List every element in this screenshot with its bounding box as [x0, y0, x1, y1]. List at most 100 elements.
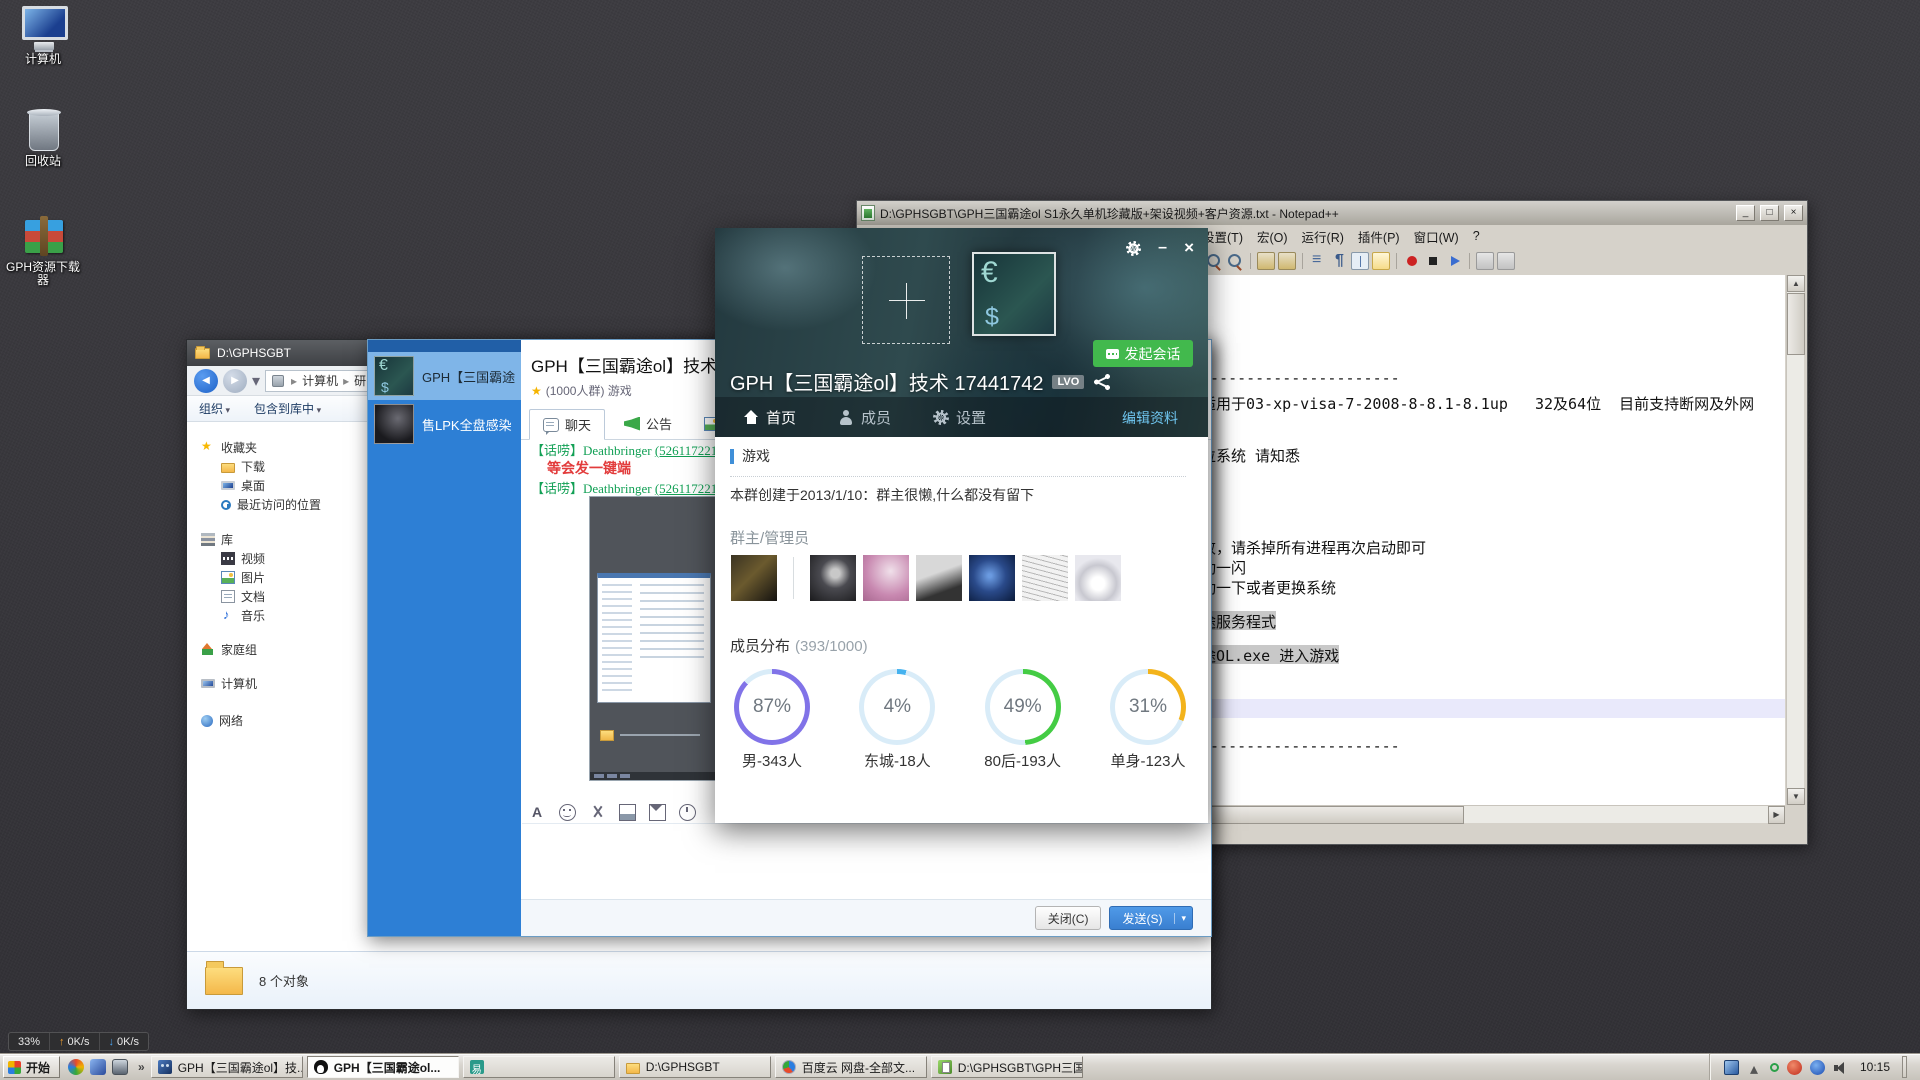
toolbar-icon[interactable]: [1330, 252, 1348, 270]
panel-nav-item[interactable]: 首页: [743, 407, 796, 428]
taskbar-button[interactable]: D:\GPHSGBT\GPH三国...: [931, 1056, 1083, 1078]
scroll-right-arrow[interactable]: ▶: [1768, 806, 1785, 824]
group-list-item[interactable]: GPH【三国霸途ol: [368, 352, 521, 400]
toolbar-icon[interactable]: [1302, 253, 1303, 269]
desktop-icon[interactable]: GPH资源下载器: [4, 214, 82, 287]
start-button[interactable]: 开始: [3, 1056, 60, 1078]
sender-id-link[interactable]: (526117221): [655, 443, 722, 458]
toolbar-icon[interactable]: [1250, 253, 1251, 269]
desktop-icon[interactable]: 计算机: [4, 6, 82, 66]
close-button[interactable]: [1184, 238, 1194, 258]
admin-avatar[interactable]: [969, 555, 1015, 601]
menu-item[interactable]: 插件(P): [1351, 225, 1407, 248]
tray-icon[interactable]: [1724, 1060, 1739, 1075]
admin-avatar[interactable]: [1022, 555, 1068, 601]
tray-icon[interactable]: [1770, 1063, 1779, 1072]
message-input[interactable]: [522, 823, 1210, 901]
quick-launch-icon[interactable]: [112, 1059, 128, 1075]
share-icon[interactable]: [1093, 373, 1111, 391]
group-avatar-large[interactable]: [972, 252, 1056, 336]
toolbar-icon[interactable]: [1403, 252, 1421, 270]
admin-avatar[interactable]: [916, 555, 962, 601]
owner-avatar[interactable]: [731, 555, 777, 601]
notepadpp-titlebar[interactable]: D:\GPHSGBT\GPH三国霸途ol S1永久单机珍藏版+架设视频+客户资源…: [857, 201, 1807, 225]
minimize-button[interactable]: [1158, 239, 1167, 257]
quick-launch-icon[interactable]: [68, 1059, 84, 1075]
admin-avatar[interactable]: [810, 555, 856, 601]
admin-avatar[interactable]: [863, 555, 909, 601]
scroll-up-arrow[interactable]: ▲: [1787, 275, 1805, 292]
tray-icon[interactable]: [1833, 1060, 1848, 1075]
toolbar-icon[interactable]: [1309, 252, 1327, 270]
panel-nav-item[interactable]: 成员: [838, 407, 891, 428]
chat-tab[interactable]: 公告: [611, 408, 685, 439]
settings-gear-icon[interactable]: [1126, 241, 1141, 256]
panel-nav-item[interactable]: 设置: [933, 407, 986, 428]
sender-name[interactable]: 【话唠】Deathbringer: [531, 443, 655, 458]
chat-tool-icon[interactable]: [619, 804, 636, 821]
desktop-icon-image[interactable]: [20, 214, 66, 258]
toolbar-icon[interactable]: [1351, 252, 1369, 270]
minimize-button[interactable]: _: [1736, 205, 1755, 221]
taskbar-button[interactable]: 百度云 网盘-全部文...: [775, 1056, 927, 1078]
toolbar-icon[interactable]: [1476, 252, 1494, 270]
cover-upload-placeholder[interactable]: [862, 256, 950, 344]
tray-icon[interactable]: [1747, 1060, 1762, 1075]
restore-button[interactable]: □: [1760, 205, 1779, 221]
toolbar-icon[interactable]: [1445, 252, 1463, 270]
vertical-scrollbar[interactable]: ▲ ▼: [1786, 275, 1804, 805]
menu-item[interactable]: 运行(R): [1295, 225, 1351, 248]
send-button-label[interactable]: 发送(S): [1110, 910, 1174, 927]
clock[interactable]: 10:15: [1856, 1060, 1894, 1074]
close-chat-button[interactable]: 关闭(C): [1035, 906, 1102, 930]
show-desktop-button[interactable]: [1902, 1056, 1907, 1078]
breadcrumb-segment[interactable]: 研: [338, 372, 366, 389]
desktop-icon-image[interactable]: [20, 6, 66, 50]
chat-tool-icon[interactable]: [679, 804, 696, 821]
vertical-scroll-thumb[interactable]: [1787, 293, 1805, 355]
taskbar-button[interactable]: GPH【三国霸途ol...: [307, 1056, 459, 1078]
back-button[interactable]: [194, 369, 218, 393]
net-speed-widget[interactable]: 33% 0K/s 0K/s: [8, 1032, 149, 1051]
menu-item[interactable]: ?: [1466, 227, 1487, 245]
toolbar-icon[interactable]: [1396, 253, 1397, 269]
sender-id-link[interactable]: (526117221): [655, 481, 722, 496]
admin-avatar[interactable]: [1128, 555, 1174, 601]
sender-name[interactable]: 【话唠】Deathbringer: [531, 481, 655, 496]
toolbar-icon[interactable]: [1226, 252, 1244, 270]
desktop-icon[interactable]: 回收站: [4, 108, 82, 168]
tray-icon[interactable]: [1810, 1060, 1825, 1075]
toolbar-icon[interactable]: [1469, 253, 1470, 269]
group-list-item[interactable]: 售LPK全盘感染: [368, 400, 521, 448]
breadcrumb-segment[interactable]: 计算机: [286, 372, 338, 389]
star-icon[interactable]: [531, 384, 542, 398]
chat-tool-icon[interactable]: [529, 804, 546, 821]
admin-avatar[interactable]: [1075, 555, 1121, 601]
menu-item[interactable]: 宏(O): [1250, 225, 1295, 248]
toolbar-icon[interactable]: [1257, 252, 1275, 270]
menu-item[interactable]: 窗口(W): [1407, 225, 1466, 248]
chat-tool-icon[interactable]: [649, 804, 666, 821]
chat-tab[interactable]: 聊天: [529, 409, 605, 440]
tray-icon[interactable]: [1787, 1060, 1802, 1075]
horizontal-scroll-thumb[interactable]: [1209, 806, 1464, 824]
history-dropdown-icon[interactable]: [252, 371, 260, 391]
quick-launch-icon[interactable]: [90, 1059, 106, 1075]
taskbar-button[interactable]: [463, 1056, 615, 1078]
toolbar-icon[interactable]: [1372, 252, 1390, 270]
toolbar-icon[interactable]: [1497, 252, 1515, 270]
forward-button[interactable]: [223, 369, 247, 393]
toolbar-icon[interactable]: [1278, 252, 1296, 270]
taskbar-button[interactable]: GPH【三国霸途ol】技...: [151, 1056, 303, 1078]
close-button[interactable]: ×: [1784, 205, 1803, 221]
toolbar-icon[interactable]: [1424, 252, 1442, 270]
edit-profile-link[interactable]: 编辑资料: [1122, 408, 1178, 428]
send-button[interactable]: 发送(S) ▾: [1109, 906, 1193, 930]
start-session-button[interactable]: 发起会话: [1093, 340, 1193, 367]
send-dropdown-icon[interactable]: ▾: [1174, 913, 1192, 924]
chat-image-screenshot[interactable]: [589, 496, 717, 781]
chat-tool-icon[interactable]: [559, 804, 576, 821]
scroll-down-arrow[interactable]: ▼: [1787, 788, 1805, 805]
quick-launch-overflow-icon[interactable]: »: [136, 1060, 147, 1074]
toolbar-menu-button[interactable]: 组织: [199, 400, 230, 417]
